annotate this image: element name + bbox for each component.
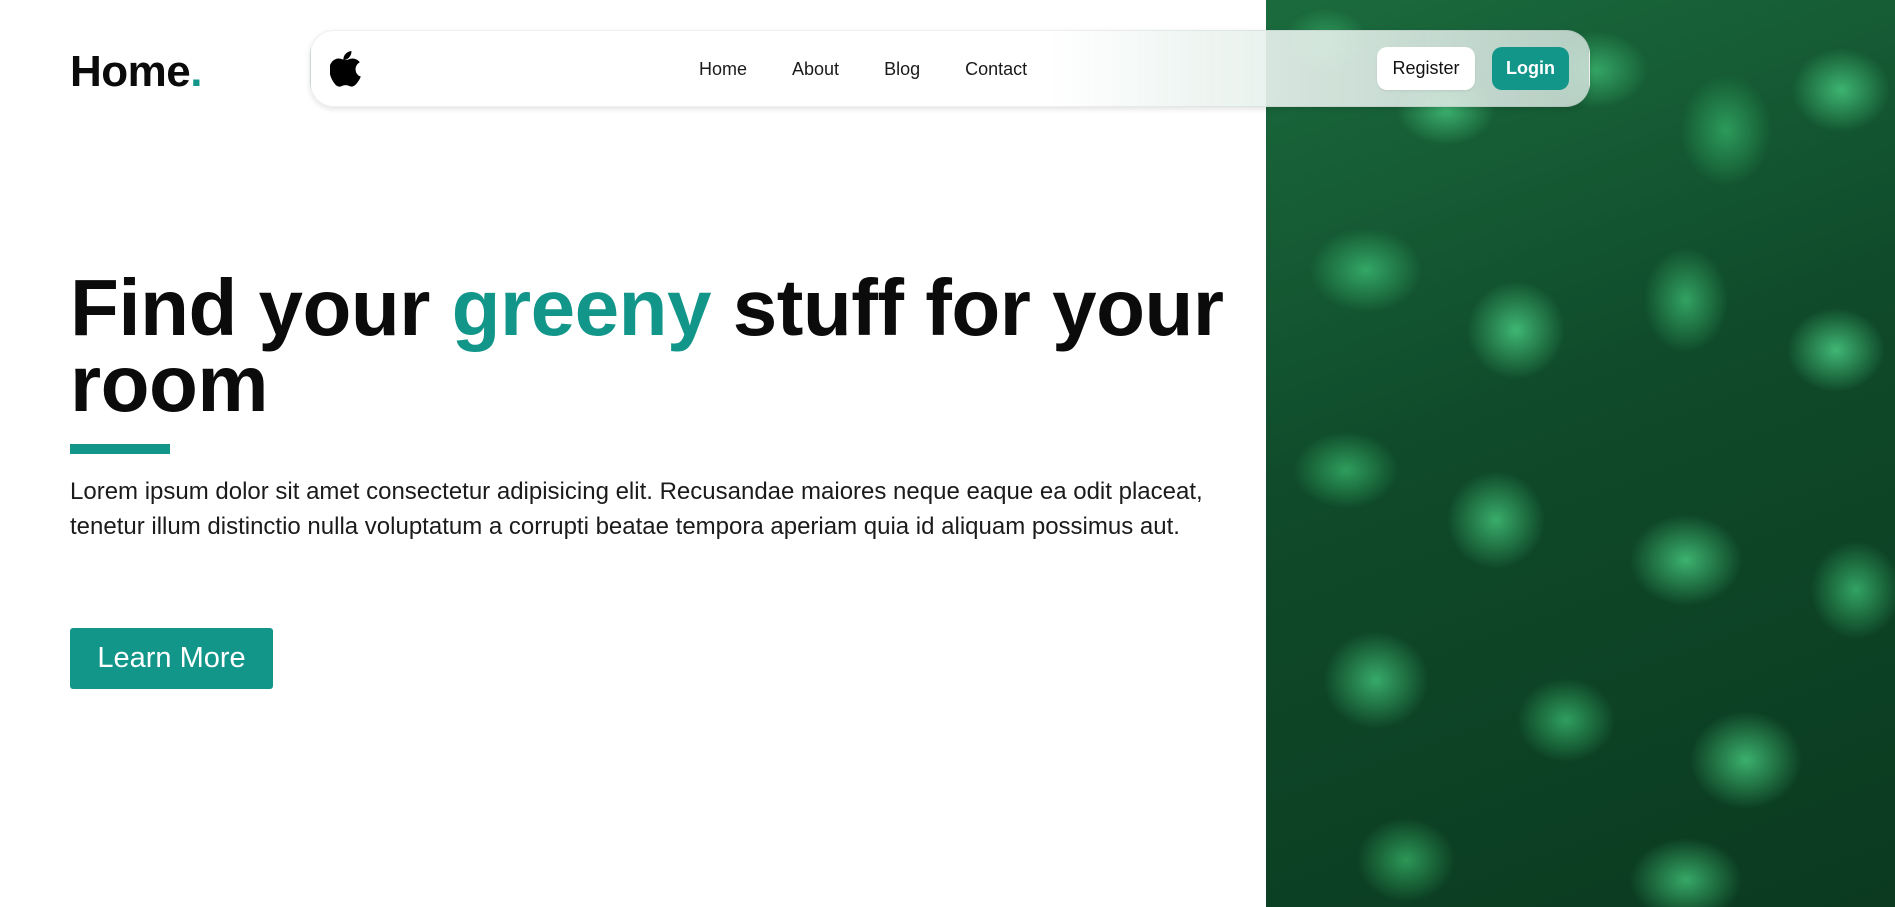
nav-link-about[interactable]: About [792, 59, 839, 80]
hero-title: Find your greeny stuff for your room [70, 268, 1250, 424]
nav-links: Home About Blog Contact [699, 31, 1027, 108]
navbar: Home About Blog Contact Register Login [310, 30, 1590, 107]
hero-description: Lorem ipsum dolor sit amet consectetur a… [70, 478, 1203, 540]
title-underline [70, 444, 170, 454]
nav-link-blog[interactable]: Blog [884, 59, 920, 80]
nav-link-home[interactable]: Home [699, 59, 747, 80]
nav-link-contact[interactable]: Contact [965, 59, 1027, 80]
brand-dot: . [190, 47, 202, 96]
hero-leaves-image [1266, 0, 1895, 907]
learn-more-button[interactable]: Learn More [70, 628, 273, 689]
apple-icon[interactable] [329, 49, 362, 87]
brand-logo[interactable]: Home. [70, 47, 202, 97]
hero-title-accent: greeny [451, 263, 712, 352]
register-button[interactable]: Register [1377, 47, 1475, 90]
login-button[interactable]: Login [1492, 47, 1569, 90]
brand-name: Home [70, 47, 191, 96]
